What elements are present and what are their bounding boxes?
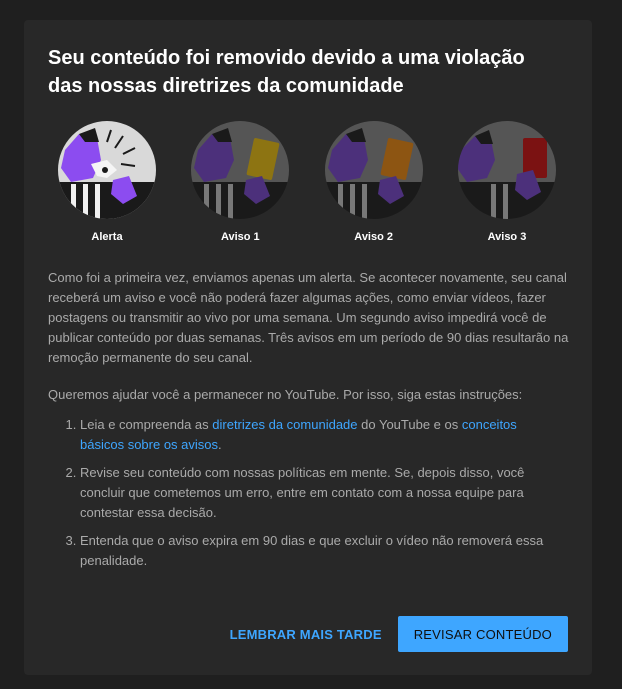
instruction-text: Leia e compreenda as xyxy=(80,417,213,432)
step-strike-1: Aviso 1 xyxy=(180,120,300,243)
instruction-text: do YouTube e os xyxy=(357,417,462,432)
dialog-actions: LEMBRAR MAIS TARDE REVISAR CONTEÚDO xyxy=(214,616,568,652)
step-strike-2: Aviso 2 xyxy=(314,120,434,243)
strike-1-illustration-icon xyxy=(191,121,290,219)
instructions-list: Leia e compreenda as diretrizes da comun… xyxy=(48,415,568,571)
instruction-item: Revise seu conteúdo com nossas políticas… xyxy=(80,463,546,523)
strike-3-illustration-icon xyxy=(457,121,556,219)
help-intro: Queremos ajudar você a permanecer no You… xyxy=(48,387,523,402)
step-label: Aviso 1 xyxy=(220,231,260,243)
step-strike-3: Aviso 3 xyxy=(447,120,567,243)
instruction-item: Entenda que o aviso expira em 90 dias e … xyxy=(80,531,546,571)
remind-later-button[interactable]: LEMBRAR MAIS TARDE xyxy=(214,617,398,652)
instruction-text: . xyxy=(218,437,222,452)
strike-dialog: Seu conteúdo foi removido devido a uma v… xyxy=(24,20,592,675)
review-content-button[interactable]: REVISAR CONTEÚDO xyxy=(397,616,568,652)
strike-2-illustration-icon xyxy=(324,121,423,219)
dialog-title: Seu conteúdo foi removido devido a uma v… xyxy=(48,47,525,97)
step-label: Alerta xyxy=(91,231,123,243)
step-label: Aviso 3 xyxy=(487,231,527,243)
strike-steps: Alerta Aviso 1 Aviso 2 Aviso 3 xyxy=(47,120,567,243)
community-guidelines-link[interactable]: diretrizes da comunidade xyxy=(212,417,357,432)
instruction-item: Leia e compreenda as diretrizes da comun… xyxy=(80,415,546,455)
step-alert: Alerta xyxy=(47,120,167,243)
step-label: Aviso 2 xyxy=(354,231,394,243)
alert-illustration-icon xyxy=(58,121,156,219)
strike-explanation: Como foi a primeira vez, enviamos apenas… xyxy=(48,270,569,365)
